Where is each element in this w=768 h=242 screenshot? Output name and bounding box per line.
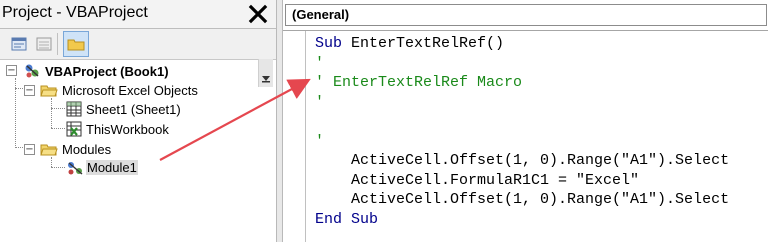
- annotation-arrow: [159, 78, 311, 161]
